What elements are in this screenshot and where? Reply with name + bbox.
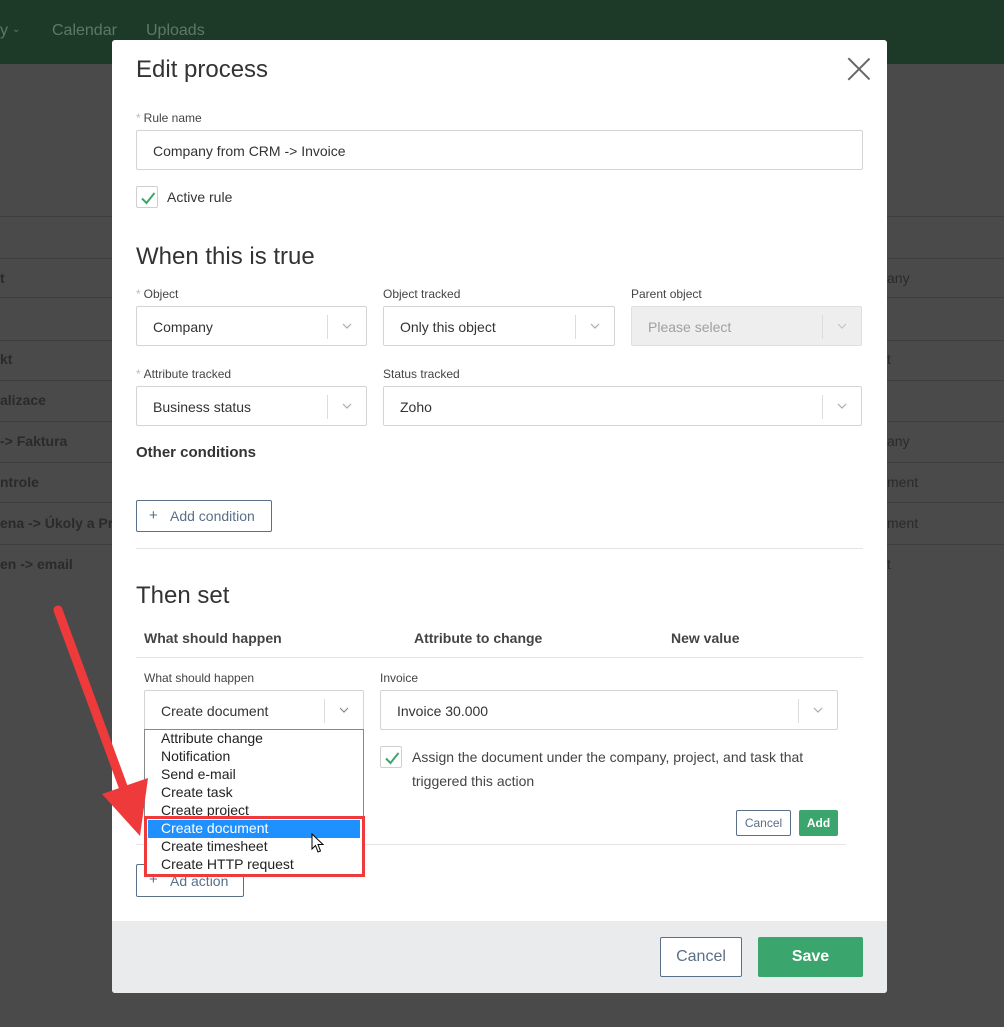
invoice-value: Invoice 30.000 [397, 703, 489, 719]
column-header-what: What should happen [144, 630, 282, 646]
then-heading: Then set [136, 582, 230, 609]
status-tracked-label: Status tracked [383, 367, 460, 381]
dropdown-option[interactable]: Create task [145, 784, 363, 802]
what-should-happen-label: What should happen [144, 671, 255, 685]
other-conditions-heading: Other conditions [136, 444, 256, 461]
parent-object-select[interactable]: Please select [631, 306, 862, 346]
attribute-tracked-value: Business status [153, 399, 252, 415]
attribute-tracked-select[interactable]: Business status [136, 386, 367, 426]
nav-item-partial[interactable]: y [0, 22, 8, 40]
chevron-down-icon [339, 707, 349, 713]
row-cancel-button[interactable]: Cancel [736, 810, 791, 836]
bg-right-cell: ment [887, 515, 919, 531]
check-icon [385, 752, 400, 765]
bg-row-label: alizace [0, 392, 46, 408]
column-header-new-value: New value [671, 630, 740, 646]
check-icon [141, 192, 156, 205]
bg-row-label: ena -> Úkoly a Pro [0, 515, 122, 531]
chevron-down-icon [342, 323, 352, 329]
bg-row-label: ntrole [0, 474, 39, 490]
parent-object-placeholder: Please select [648, 319, 732, 335]
bg-row-label: kt [0, 351, 13, 367]
status-tracked-select[interactable]: Zoho [383, 386, 862, 426]
invoice-label: Invoice [380, 671, 419, 685]
nav-item-uploads[interactable]: Uploads [146, 22, 205, 40]
chevron-down-icon [837, 323, 847, 329]
active-rule-checkbox[interactable] [136, 186, 158, 208]
dropdown-option[interactable]: Send e-mail [145, 766, 363, 784]
bg-row-label: -> Faktura [0, 433, 68, 449]
cancel-button[interactable]: Cancel [660, 937, 742, 977]
invoice-select[interactable]: Invoice 30.000 [380, 690, 838, 730]
object-label: * Object [136, 287, 179, 301]
rule-name-label: * Rule name [136, 111, 202, 125]
object-value: Company [153, 319, 213, 335]
bg-row-label: t [0, 270, 5, 286]
attribute-tracked-label: * Attribute tracked [136, 367, 232, 381]
dropdown-option[interactable]: Attribute change [145, 730, 363, 748]
parent-object-label: Parent object [631, 287, 702, 301]
divider [136, 657, 863, 658]
bg-right-cell: any [887, 433, 910, 449]
plus-icon: + [149, 507, 158, 524]
object-tracked-select[interactable]: Only this object [383, 306, 615, 346]
modal-footer: Cancel Save [112, 921, 887, 993]
bg-right-cell: t [887, 351, 891, 367]
chevron-down-icon [813, 707, 823, 713]
when-heading: When this is true [136, 243, 315, 270]
nav-item-calendar[interactable]: Calendar [52, 22, 117, 40]
active-rule-label: Active rule [167, 189, 233, 205]
chevron-down-icon [342, 403, 352, 409]
add-condition-label: Add condition [170, 508, 255, 524]
close-icon[interactable] [846, 56, 872, 82]
rule-name-input[interactable]: Company from CRM -> Invoice [136, 130, 863, 170]
object-select[interactable]: Company [136, 306, 367, 346]
object-tracked-value: Only this object [400, 319, 496, 335]
divider [136, 548, 863, 549]
add-condition-button[interactable]: + Add condition [136, 500, 272, 532]
nav-chevron-icon: ⌄ [12, 24, 21, 35]
what-should-happen-select[interactable]: Create document [144, 690, 364, 730]
bg-right-cell: t [887, 556, 891, 572]
status-tracked-value: Zoho [400, 399, 432, 415]
chevron-down-icon [837, 403, 847, 409]
annotation-highlight-box [144, 816, 365, 877]
bg-row-label: en -> email [0, 556, 73, 572]
annotation-arrow-icon [53, 605, 148, 836]
chevron-down-icon [590, 323, 600, 329]
save-button[interactable]: Save [758, 937, 863, 977]
row-add-button[interactable]: Add [799, 810, 838, 836]
what-should-happen-value: Create document [161, 703, 269, 719]
assign-document-text-line1: Assign the document under the company, p… [412, 749, 804, 765]
column-header-attribute: Attribute to change [414, 630, 543, 646]
mouse-cursor-icon [311, 833, 325, 853]
bg-right-cell: ment [887, 474, 919, 490]
assign-document-checkbox[interactable] [380, 746, 402, 768]
modal-title: Edit process [136, 56, 269, 83]
dropdown-option[interactable]: Notification [145, 748, 363, 766]
bg-right-cell: any [887, 270, 910, 286]
assign-document-text-line2: triggered this action [412, 773, 535, 789]
object-tracked-label: Object tracked [383, 287, 461, 301]
